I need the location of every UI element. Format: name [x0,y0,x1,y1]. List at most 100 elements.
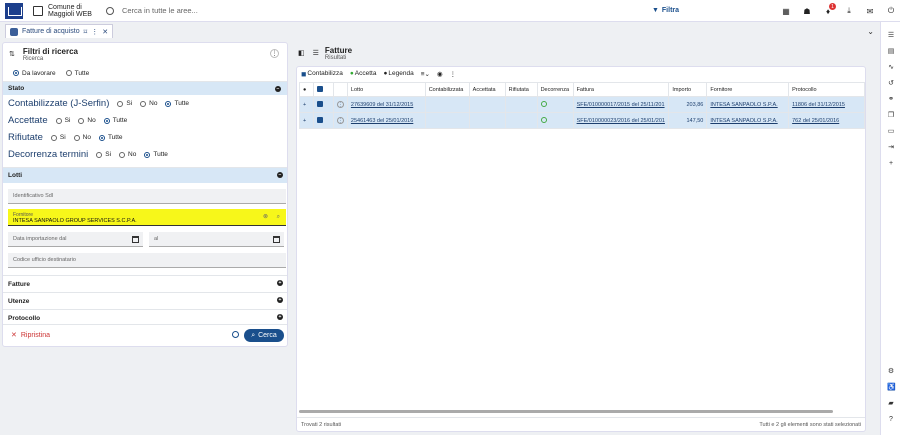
filter-button[interactable]: ▼ Filtra [652,5,679,17]
col-protocollo[interactable]: Protocollo [788,82,865,97]
filter-contabilizzate: Contabilizzate (J-Serfin) Si No Tutte [8,98,190,109]
close-icon[interactable]: ✕ [102,28,108,36]
radio-no[interactable]: No [73,134,91,141]
radio-si[interactable]: Si [50,134,66,141]
pin-icon[interactable]: ⌑ [84,28,88,36]
col-contabilizzata[interactable]: Contabilizzata [424,82,470,97]
copy-icon[interactable]: ❐ [887,112,895,120]
table-row[interactable]: + ⋮ 27639609 del 31/12/2015 SFE/01000001… [299,96,865,113]
cell-fattura[interactable]: SFE/010000017/2015 del 25/11/201 [572,96,670,113]
col-importo[interactable]: Importo [668,82,708,97]
zoom-icon[interactable] [232,331,239,338]
cell-fornitore[interactable]: INTESA SANPAOLO S.P.A. [706,96,790,113]
bell-icon[interactable]: ♦ 1 [824,3,836,16]
cell-decorrenza [536,112,574,129]
book-icon[interactable]: ▤ [887,48,895,56]
search-icon[interactable]: ⌕ [277,214,280,220]
columns-icon[interactable]: ≡⌄ [421,70,430,78]
add-icon[interactable]: + [887,160,895,168]
radio-no[interactable]: No [78,117,96,124]
expand-icon: + [277,280,283,286]
col-fattura[interactable]: Fattura [572,82,670,97]
radio-tutte[interactable]: Tutte [165,100,189,107]
results-title: Fatture [324,45,353,55]
col-fornitore[interactable]: Fornitore [706,82,790,97]
cell-protocollo[interactable]: 762 del 25/01/2016 [788,112,865,129]
power-icon[interactable]: ⏻ [887,6,895,15]
radio-no[interactable]: No [119,151,136,158]
id-sdi-input[interactable]: Identificativo SdI [8,189,286,204]
cell-contabilizzata [424,112,470,129]
calendar-icon[interactable] [273,236,280,243]
cell-lotto[interactable]: 27639609 del 31/12/2015 [346,96,426,113]
col-accettata[interactable]: Accettata [468,82,506,97]
section-stato[interactable]: Stato − [3,81,287,95]
section-lotti[interactable]: Lotti − [3,167,287,183]
eye-icon[interactable]: ◉ [437,70,443,78]
calendar-icon[interactable] [132,236,139,243]
horizontal-scrollbar[interactable] [299,410,833,413]
data-al-input[interactable]: al [149,232,284,247]
section-fatture[interactable]: Fatture + [3,275,287,292]
radio-si[interactable]: Si [117,100,132,107]
accessibility-icon[interactable]: ♿ [887,384,896,392]
radio-tutte[interactable]: Tutte [98,134,123,141]
legenda-button[interactable]: ● Legenda [383,70,413,77]
logo [5,2,23,19]
global-search[interactable]: Cerca in tutte le aree... [105,4,646,18]
mail-icon[interactable]: ✉ [866,7,874,16]
data-dal-input[interactable]: Data importazione dal [8,232,143,247]
file-icon[interactable]: ▭ [887,128,895,136]
row-checkbox[interactable] [312,96,334,113]
radio-da-lavorare[interactable]: Da lavorare [13,70,56,77]
fornitore-input[interactable]: Fornitore INTESA SANPAOLO GROUP SERVICES … [8,209,286,226]
radio-no[interactable]: No [140,100,157,107]
expand-row-icon[interactable]: + [299,112,314,129]
row-checkbox[interactable] [312,112,334,129]
chart-icon[interactable]: ∿ [887,64,895,72]
list-icon[interactable]: ☰ [887,32,895,40]
expand-row-icon[interactable]: + [299,96,314,113]
col-decorrenza[interactable]: Decorrenza [536,82,574,97]
radio-tutte[interactable]: Tutte [144,151,168,158]
results-header: ◧ ☰ Fatture Risultati [294,42,870,64]
sidebar-toggle-icon[interactable]: ◧ [298,49,305,57]
more-icon[interactable]: ⋮ [270,49,279,58]
tab-fatture-acquisto[interactable]: Fatture di acquisto ⌑ ⋮ ✕ [5,24,114,38]
accetta-button[interactable]: ● Accetta [350,70,377,77]
cell-fattura[interactable]: SFE/010000023/2016 del 25/01/201 [572,112,670,129]
expand-icon: + [277,297,283,303]
gear-icon[interactable]: ⚙ [887,368,895,376]
more-icon[interactable]: ⋮ [91,28,98,36]
chat-icon[interactable]: ▰ [887,400,895,408]
ripristina-button[interactable]: ✕ Ripristina [11,331,50,340]
download-icon[interactable]: ⤓ [845,6,853,15]
contabilizza-button[interactable]: ◼ Contabilizza [301,70,343,78]
section-utenze[interactable]: Utenze + [3,292,287,309]
row-menu-icon[interactable]: ⋮ [332,112,348,129]
cell-lotto[interactable]: 25461463 del 25/01/2016 [346,112,426,129]
radio-tutte[interactable]: Tutte [65,70,89,77]
home-icon[interactable] [33,5,43,16]
radio-si[interactable]: Si [96,151,111,158]
people-icon[interactable]: ☗ [803,7,811,16]
table-row[interactable]: + ⋮ 25461463 del 25/01/2016 SFE/01000002… [299,112,865,129]
clear-icon[interactable]: ⊗ [263,214,268,220]
help-icon[interactable]: ? [887,416,895,424]
export-icon[interactable]: ⇥ [887,144,895,152]
row-menu-icon[interactable]: ⋮ [332,96,348,113]
chevron-down-icon[interactable]: ⌄ [867,27,874,36]
col-rifiutata[interactable]: Rifiutata [504,82,538,97]
cell-fornitore[interactable]: INTESA SANPAOLO S.P.A. [706,112,790,129]
cell-protocollo[interactable]: 11806 del 31/12/2015 [788,96,865,113]
more-icon[interactable]: ⋮ [450,70,457,78]
radio-tutte[interactable]: Tutte [103,117,127,124]
radio-si[interactable]: Si [55,117,70,124]
history-icon[interactable]: ↺ [887,80,895,88]
cerca-button[interactable]: ⌕ Cerca [244,329,284,342]
codice-ufficio-input[interactable]: Codice ufficio destinatario [8,253,286,268]
link-icon[interactable]: ⚭ [887,96,895,104]
dashboard-icon[interactable]: ▦ [782,7,790,16]
header-select-all[interactable] [312,82,334,97]
col-lotto[interactable]: Lotto [346,82,426,97]
